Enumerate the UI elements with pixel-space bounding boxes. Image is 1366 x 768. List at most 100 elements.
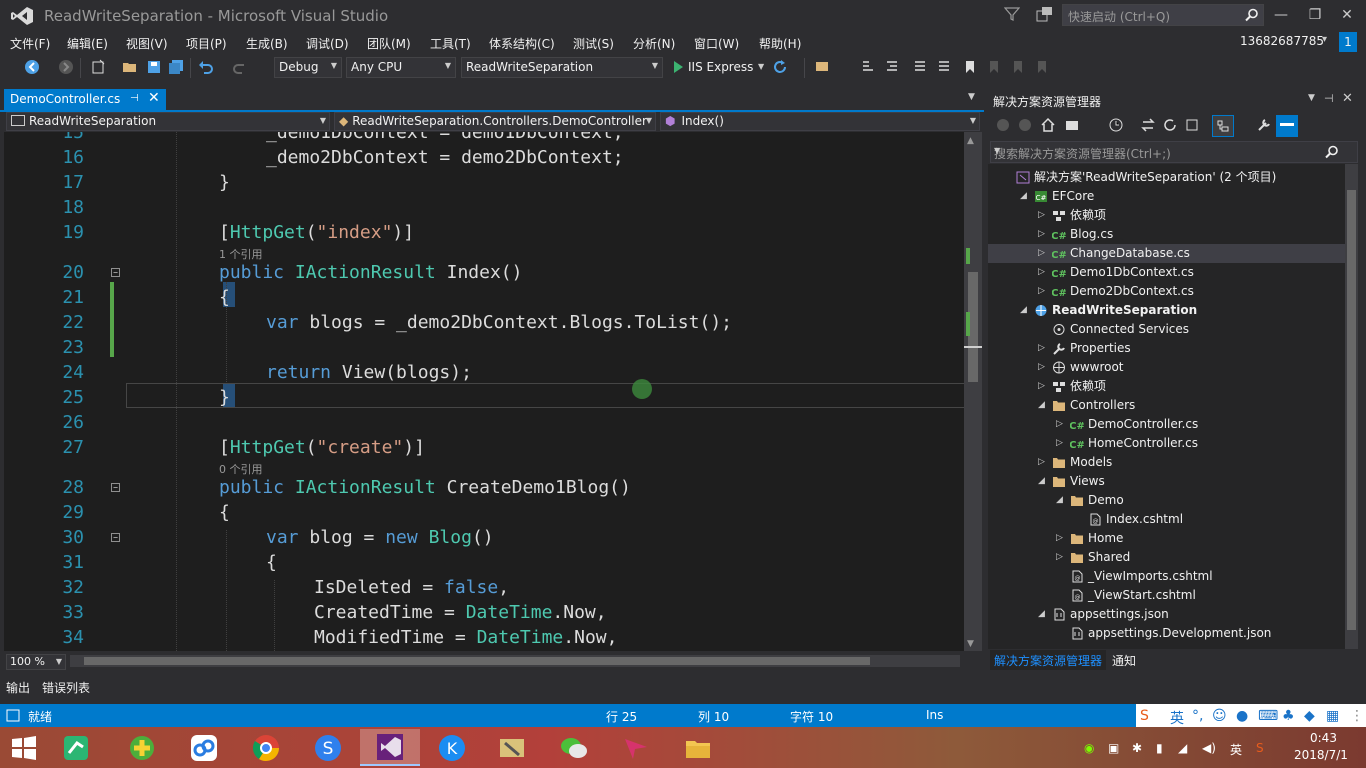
solution-explorer-search-input[interactable]: 搜索解决方案资源管理器(Ctrl+;) ▼ bbox=[990, 141, 1358, 163]
menu-file[interactable]: 文件(F) bbox=[10, 35, 50, 52]
tree-item[interactable]: ▷ C# ChangeDatabase.cs bbox=[988, 244, 1348, 263]
bookmark-icon[interactable] bbox=[962, 59, 978, 75]
emoji-icon[interactable]: ☺ bbox=[1212, 708, 1227, 724]
menu-edit[interactable]: 编辑(E) bbox=[67, 35, 108, 52]
taskbar-visual-studio[interactable] bbox=[360, 729, 420, 766]
tree-item[interactable]: ▷ Properties bbox=[988, 339, 1348, 358]
sogou-s-icon[interactable]: S bbox=[1140, 708, 1149, 724]
pin-icon[interactable]: ⊣ bbox=[1324, 92, 1334, 105]
scrollbar-thumb[interactable] bbox=[1347, 190, 1356, 630]
scrollbar-thumb[interactable] bbox=[84, 657, 870, 665]
scroll-up-icon[interactable]: ▲ bbox=[967, 136, 974, 146]
taskbar-app-kite[interactable] bbox=[612, 729, 660, 766]
taskbar-tools[interactable] bbox=[488, 729, 536, 766]
tree-item[interactable]: ▷ C# Demo1DbContext.cs bbox=[988, 263, 1348, 282]
solution-configuration-select[interactable]: Debug ▼ bbox=[274, 57, 342, 78]
tree-item[interactable]: ▷ C# Demo2DbContext.cs bbox=[988, 282, 1348, 301]
expand-arrow-icon[interactable]: ▷ bbox=[1038, 244, 1048, 263]
taskbar-wechat[interactable] bbox=[550, 729, 598, 766]
toolbox-icon[interactable]: ◆ bbox=[1304, 708, 1315, 724]
expand-arrow-icon[interactable]: ▷ bbox=[1056, 529, 1066, 548]
taskbar-chrome[interactable] bbox=[242, 729, 290, 766]
notification-badge[interactable]: 1 bbox=[1339, 32, 1357, 52]
tree-item[interactable]: ▷ Models bbox=[988, 453, 1348, 472]
tree-item[interactable]: ◢ ReadWriteSeparation bbox=[988, 301, 1348, 320]
taskbar-app-1[interactable] bbox=[52, 729, 100, 766]
tab-list-dropdown-icon[interactable]: ▼ bbox=[968, 92, 975, 102]
collapse-arrow-icon[interactable]: ◢ bbox=[1020, 187, 1030, 206]
tree-item[interactable]: ▷ 依赖项 bbox=[988, 206, 1348, 225]
startup-project-select[interactable]: ReadWriteSeparation ▼ bbox=[461, 57, 663, 78]
clock-date[interactable]: 2018/7/1 bbox=[1294, 748, 1348, 762]
start-debugging-icon[interactable] bbox=[670, 59, 686, 75]
account-name[interactable]: 13682687785 bbox=[1240, 34, 1324, 48]
tree-item[interactable]: ◢ Views bbox=[988, 472, 1348, 491]
tree-item[interactable]: ▷ C# Blog.cs bbox=[988, 225, 1348, 244]
collapse-icon[interactable]: − bbox=[111, 533, 120, 542]
solution-platform-select[interactable]: Any CPU ▼ bbox=[346, 57, 456, 78]
browser-link-icon[interactable] bbox=[814, 59, 830, 75]
uncomment-icon[interactable] bbox=[936, 59, 952, 75]
tree-item[interactable]: ▷ C# DemoController.cs bbox=[988, 415, 1348, 434]
menu-debug[interactable]: 调试(D) bbox=[306, 35, 349, 52]
taskbar-kugou[interactable]: K bbox=[428, 729, 476, 766]
collapse-icon[interactable]: − bbox=[111, 483, 120, 492]
tree-item[interactable]: ◢ Demo bbox=[988, 491, 1348, 510]
quick-launch-input[interactable]: 快速启动 (Ctrl+Q) bbox=[1062, 4, 1264, 26]
microphone-icon[interactable]: ● bbox=[1236, 708, 1248, 724]
code-editor[interactable]: 15 _demo1DbContext = demo1DbContext; 16 _d… bbox=[4, 132, 964, 651]
taskbar-baidu-netdisk[interactable] bbox=[180, 729, 228, 766]
menu-project[interactable]: 项目(P) bbox=[186, 35, 227, 52]
expand-arrow-icon[interactable]: ▷ bbox=[1038, 282, 1048, 301]
punctuation-icon[interactable]: °, bbox=[1192, 708, 1203, 724]
chevron-down-icon[interactable]: ▼ bbox=[758, 62, 764, 71]
menu-build[interactable]: 生成(B) bbox=[246, 35, 288, 52]
refresh-icon[interactable] bbox=[1162, 117, 1178, 133]
next-bookmark-icon[interactable] bbox=[1010, 59, 1026, 75]
redo-icon[interactable] bbox=[232, 59, 248, 75]
close-button[interactable]: ✕ bbox=[1334, 4, 1360, 26]
tree-item[interactable]: 解决方案'ReadWriteSeparation' (2 个项目) bbox=[988, 168, 1348, 187]
collapse-arrow-icon[interactable]: ◢ bbox=[1020, 301, 1030, 320]
comment-icon[interactable] bbox=[912, 59, 928, 75]
more-icon[interactable]: ⋮ bbox=[1350, 708, 1364, 724]
collapse-arrow-icon[interactable]: ◢ bbox=[1056, 491, 1066, 510]
menu-test[interactable]: 测试(S) bbox=[573, 35, 614, 52]
sync-icon[interactable] bbox=[1140, 117, 1156, 133]
tray-app-icon[interactable]: ▣ bbox=[1108, 741, 1119, 755]
collapse-all-icon[interactable] bbox=[1184, 117, 1200, 133]
home-icon[interactable] bbox=[1040, 117, 1056, 133]
ime-language-toggle[interactable]: 英 bbox=[1170, 708, 1184, 728]
class-nav-select[interactable]: ◆ ReadWriteSeparation.Controllers.DemoCon… bbox=[334, 112, 656, 131]
ime-indicator[interactable]: 英 bbox=[1230, 741, 1242, 758]
tree-item[interactable]: ▷ Shared bbox=[988, 548, 1348, 567]
preview-selected-button[interactable] bbox=[1276, 115, 1298, 137]
expand-arrow-icon[interactable]: ▷ bbox=[1038, 225, 1048, 244]
expand-arrow-icon[interactable]: ▷ bbox=[1056, 415, 1066, 434]
new-item-icon[interactable] bbox=[90, 59, 106, 75]
expand-arrow-icon[interactable]: ▷ bbox=[1038, 206, 1048, 225]
scroll-down-icon[interactable]: ▼ bbox=[967, 639, 974, 649]
editor-vertical-scrollbar[interactable] bbox=[964, 132, 982, 651]
maximize-button[interactable]: ❐ bbox=[1302, 4, 1328, 26]
keyboard-icon[interactable]: ⌨ bbox=[1258, 708, 1278, 724]
forward-icon[interactable] bbox=[58, 59, 74, 75]
tray-star-icon[interactable]: ✱ bbox=[1132, 741, 1142, 755]
tree-item[interactable]: ▷ Home bbox=[988, 529, 1348, 548]
collapse-arrow-icon[interactable]: ◢ bbox=[1038, 472, 1048, 491]
menu-architecture[interactable]: 体系结构(C) bbox=[489, 35, 555, 52]
expand-arrow-icon[interactable]: ▷ bbox=[1038, 339, 1048, 358]
expand-arrow-icon[interactable]: ▷ bbox=[1038, 377, 1048, 396]
solution-tree[interactable]: 解决方案'ReadWriteSeparation' (2 个项目) ◢ C# EFCo… bbox=[988, 164, 1358, 649]
step-into-icon[interactable] bbox=[860, 59, 876, 75]
tree-item[interactable]: ◢ appsettings.json bbox=[988, 605, 1348, 624]
tree-item[interactable]: ▷ 依赖项 bbox=[988, 377, 1348, 396]
expand-arrow-icon[interactable]: ▷ bbox=[1056, 548, 1066, 567]
feedback-filter-icon[interactable] bbox=[1004, 6, 1020, 22]
taskbar-sogou-browser[interactable]: S bbox=[304, 729, 352, 766]
close-panel-icon[interactable]: ✕ bbox=[1342, 91, 1353, 106]
tree-item[interactable]: ▷ wwwroot bbox=[988, 358, 1348, 377]
tree-item[interactable]: ◢ Controllers bbox=[988, 396, 1348, 415]
pending-changes-icon[interactable] bbox=[1108, 117, 1124, 133]
tree-item[interactable]: @ _ViewStart.cshtml bbox=[988, 586, 1348, 605]
